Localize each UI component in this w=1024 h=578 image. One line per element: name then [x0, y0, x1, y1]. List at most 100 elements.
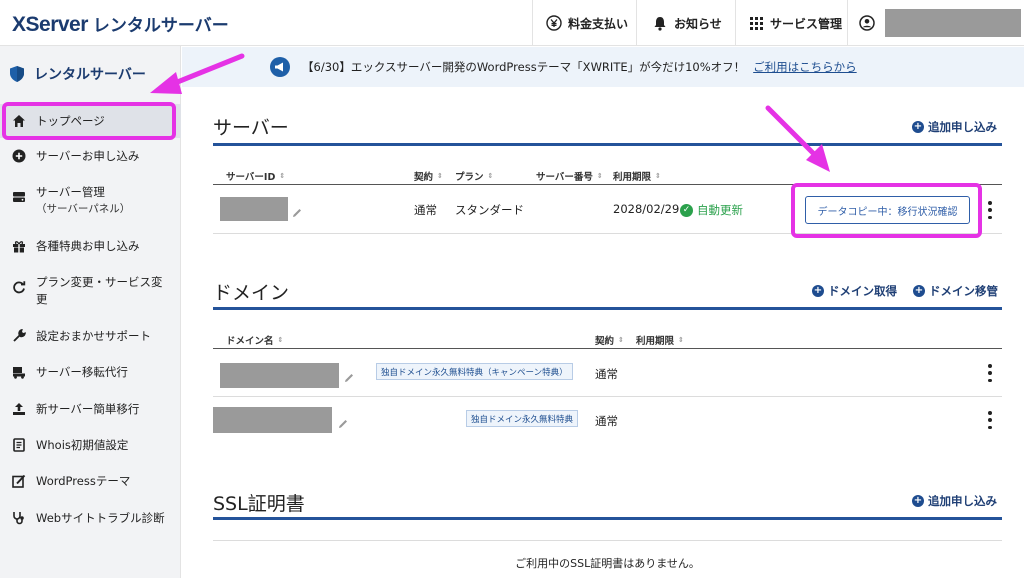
nav-notices-label: お知らせ — [674, 16, 722, 31]
sidebar-item-label: 各種特典お申し込み — [36, 239, 140, 253]
document-icon — [12, 438, 26, 452]
sidebar-item-label: 新サーバー簡単移行 — [36, 402, 140, 416]
sort-icon: ⇕ — [277, 336, 284, 344]
column-header-contract[interactable]: 契約 ⇕ — [595, 333, 624, 347]
banner-text: 【6/30】エックスサーバー開発のWordPressテーマ「XWRITE」が今だ… — [302, 60, 746, 74]
column-label: サーバーID — [226, 172, 276, 183]
table-header-rule — [213, 184, 1002, 185]
brand-logo[interactable]: XServer レンタルサーバー — [12, 11, 229, 36]
sidebar-item-label: 設定おまかせサポート — [36, 329, 151, 343]
sidebar-item-label: Webサイトトラブル診断 — [36, 511, 165, 525]
pencil-icon[interactable] — [344, 368, 354, 382]
nav-user-account[interactable] — [847, 0, 1024, 46]
sidebar-item-server-management[interactable]: サーバー管理 （サーバーパネル） — [0, 184, 181, 218]
server-contract: 通常 — [414, 203, 437, 217]
sidebar-item-benefits[interactable]: 各種特典お申し込み — [0, 238, 181, 255]
sidebar-item-whois[interactable]: Whois初期値設定 — [0, 437, 181, 454]
more-options-icon[interactable] — [987, 364, 993, 382]
truck-icon — [12, 365, 26, 379]
sort-icon: ⇕ — [487, 172, 494, 180]
nav-billing-label: 料金支払い — [568, 16, 629, 31]
free-domain-badge: 独自ドメイン永久無料特典（キャンペーン特典） — [376, 363, 573, 380]
sidebar-item-easy-migration[interactable]: 新サーバー簡単移行 — [0, 401, 181, 418]
sidebar-item-label: サーバー管理 — [36, 185, 105, 199]
refresh-icon — [12, 280, 26, 294]
column-header-contract[interactable]: 契約 ⇕ — [414, 169, 443, 183]
logo-main: XServer — [12, 13, 88, 36]
sidebar-item-label: Whois初期値設定 — [36, 438, 129, 452]
megaphone-icon — [270, 57, 290, 77]
column-label: 利用期限 — [636, 336, 675, 347]
home-icon — [12, 114, 26, 128]
sidebar-item-label: サーバー移転代行 — [36, 365, 128, 379]
sidebar-item-server-application[interactable]: サーバーお申し込み — [0, 148, 181, 165]
nav-notices[interactable]: お知らせ — [636, 0, 735, 46]
server-section-title: サーバー — [213, 117, 289, 139]
announcement-banner: 【6/30】エックスサーバー開発のWordPressテーマ「XWRITE」が今だ… — [182, 47, 1024, 87]
column-header-expiry[interactable]: 利用期限 ⇕ — [636, 333, 684, 347]
migration-status-button[interactable]: データコピー中：移行状況確認 — [805, 196, 970, 224]
sidebar-title-label: レンタルサーバー — [34, 67, 146, 83]
sidebar-item-label: サーバーお申し込み — [36, 149, 140, 163]
column-label: サーバー番号 — [536, 172, 593, 183]
ssl-add-button[interactable]: + 追加申し込み — [912, 493, 997, 509]
column-header-domain-name[interactable]: ドメイン名 ⇕ — [226, 333, 283, 347]
domain-section-title: ドメイン — [213, 282, 290, 304]
sort-icon: ⇕ — [618, 336, 624, 344]
logo-sub: レンタルサーバー — [92, 16, 229, 36]
sidebar-item-top-page[interactable]: トップページ — [0, 104, 181, 138]
sidebar-item-site-diagnosis[interactable]: Webサイトトラブル診断 — [0, 510, 181, 527]
nav-service-management-label: サービス管理 — [770, 16, 843, 31]
domain-section-rule — [213, 307, 1002, 310]
column-header-server-id[interactable]: サーバーID ⇕ — [226, 169, 285, 183]
column-label: 利用期限 — [613, 172, 652, 183]
sidebar-item-wordpress-theme[interactable]: WordPressテーマ — [0, 473, 181, 490]
column-label: 契約 — [595, 336, 615, 347]
column-label: ドメイン名 — [226, 336, 274, 347]
sidebar-item-plan-change[interactable]: プラン変更・サービス変更 — [0, 274, 181, 308]
domain-transfer-button[interactable]: + ドメイン移管 — [913, 283, 998, 299]
server-add-label: 追加申し込み — [928, 120, 997, 134]
row-divider — [213, 233, 1002, 234]
sidebar-item-text: サーバー管理 （サーバーパネル） — [36, 184, 130, 218]
sidebar-title: レンタルサーバー — [10, 64, 146, 84]
domain-transfer-label: ドメイン移管 — [929, 284, 998, 298]
user-icon — [859, 15, 875, 31]
redacted-username — [885, 9, 1021, 37]
nav-service-management[interactable]: サービス管理 — [735, 0, 847, 46]
wrench-icon — [12, 328, 27, 343]
domain-contract: 通常 — [595, 367, 618, 381]
grid-icon — [748, 15, 764, 31]
domain-acquire-button[interactable]: + ドメイン取得 — [812, 283, 897, 299]
sidebar-item-label: プラン変更・サービス変更 — [36, 275, 163, 306]
column-header-server-number[interactable]: サーバー番号 ⇕ — [536, 169, 603, 183]
sidebar-item-setup-support[interactable]: 設定おまかせサポート — [0, 328, 181, 345]
plus-circle-icon: + — [913, 285, 925, 297]
check-icon: ✓ — [680, 203, 693, 217]
ssl-section-title: SSL証明書 — [213, 493, 305, 515]
status-badge: ✓ 自動更新 — [680, 202, 743, 218]
pencil-icon[interactable] — [338, 414, 348, 428]
column-label: プラン — [455, 172, 484, 183]
sidebar-item-label: WordPressテーマ — [36, 474, 131, 488]
sidebar-item-sublabel: （サーバーパネル） — [36, 203, 131, 215]
server-expiry: 2028/02/29 — [613, 202, 680, 216]
pencil-icon[interactable] — [292, 203, 302, 217]
plus-circle-icon: + — [912, 495, 924, 507]
annotation-arrow-right — [765, 105, 818, 158]
top-header: XServer レンタルサーバー 料金支払い お知らせ サービス管理 — [0, 0, 1024, 46]
column-header-plan[interactable]: プラン ⇕ — [455, 169, 493, 183]
more-options-icon[interactable] — [987, 411, 993, 429]
server-add-button[interactable]: + 追加申し込み — [912, 119, 997, 135]
banner-link[interactable]: ご利用はこちらから — [753, 59, 857, 75]
shield-icon — [10, 66, 24, 82]
more-options-icon[interactable] — [987, 201, 993, 219]
server-section-rule — [213, 143, 1002, 146]
sidebar-item-migration-service[interactable]: サーバー移転代行 — [0, 364, 181, 381]
column-header-expiry[interactable]: 利用期限 ⇕ — [613, 169, 661, 183]
domain-acquire-label: ドメイン取得 — [828, 284, 897, 298]
ssl-add-label: 追加申し込み — [928, 494, 997, 508]
ssl-empty-message: ご利用中のSSL証明書はありません。 — [515, 557, 700, 570]
server-icon — [12, 190, 26, 204]
nav-billing[interactable]: 料金支払い — [532, 0, 636, 46]
